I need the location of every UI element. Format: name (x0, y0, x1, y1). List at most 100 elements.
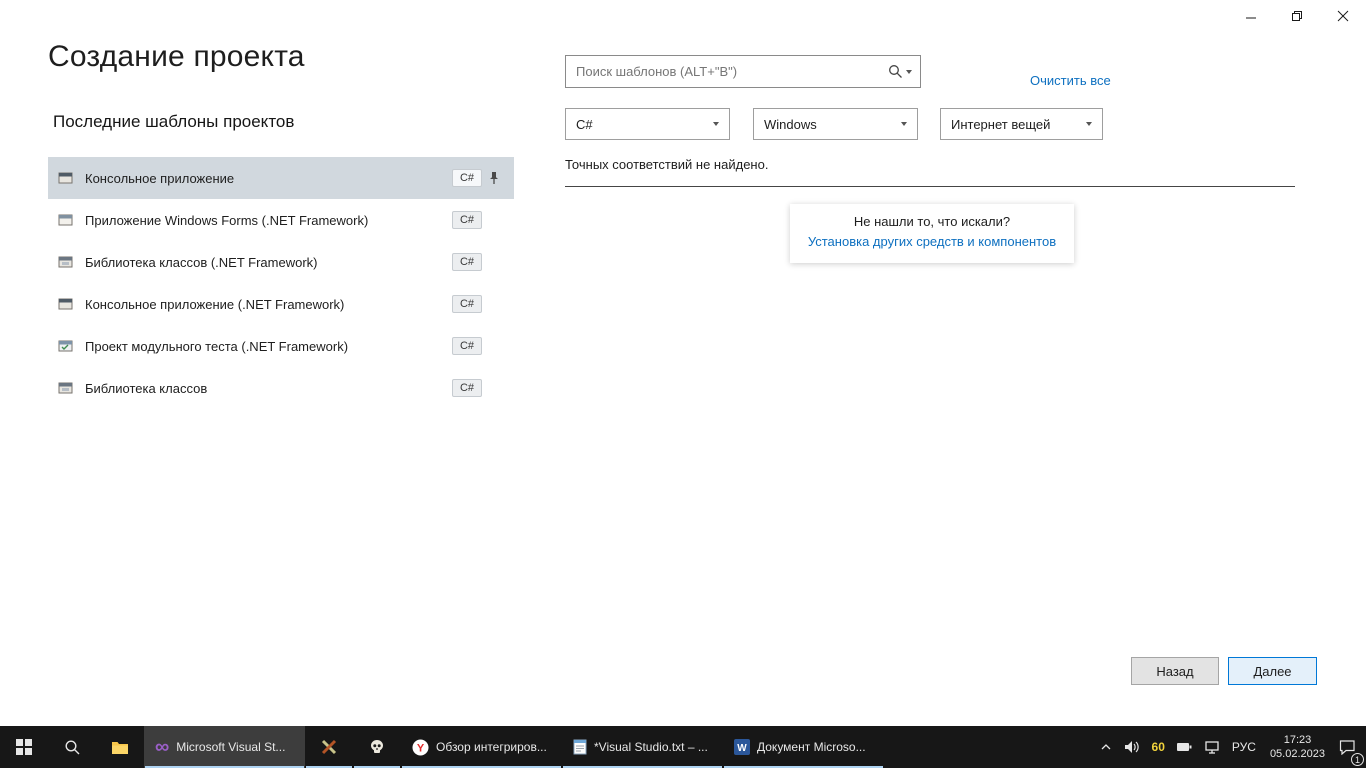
template-search-box (565, 55, 921, 88)
search-input[interactable] (576, 64, 888, 79)
notification-bubble-icon (1339, 739, 1356, 755)
language-badge: C# (452, 337, 482, 355)
language-filter-dropdown[interactable]: C# (565, 108, 730, 140)
clear-all-link[interactable]: Очистить все (1030, 73, 1111, 88)
template-item-console-app-netfx[interactable]: Консольное приложение (.NET Framework) C… (48, 283, 514, 325)
app-window-icon (58, 296, 76, 312)
percent-indicator[interactable]: 60 (1146, 726, 1171, 768)
language-badge: C# (452, 211, 482, 229)
back-button[interactable]: Назад (1131, 657, 1219, 685)
chevron-down-icon (1086, 122, 1092, 126)
chevron-down-icon (901, 122, 907, 126)
app-window-icon (58, 170, 76, 186)
system-tray: 60 РУС 17:23 05.02.2023 1 (1094, 726, 1366, 768)
not-found-box: Не нашли то, что искали? Установка други… (790, 204, 1074, 263)
taskbar-app-visual-studio[interactable]: ∞ Microsoft Visual St... (144, 726, 305, 768)
platform-filter-value: Windows (764, 117, 817, 132)
create-project-dialog: Создание проекта Последние шаблоны проек… (0, 0, 1366, 726)
results-divider (565, 186, 1295, 187)
language-indicator[interactable]: РУС (1226, 726, 1262, 768)
svg-text:Y: Y (417, 742, 425, 754)
app-window-icon (58, 212, 76, 228)
search-icon (888, 64, 903, 79)
minimize-button[interactable] (1228, 0, 1274, 32)
start-button[interactable] (0, 726, 48, 768)
percent-value: 60 (1152, 740, 1165, 754)
template-item-console-app[interactable]: Консольное приложение C# (48, 157, 514, 199)
speaker-icon (1124, 740, 1140, 754)
tray-date: 05.02.2023 (1270, 747, 1325, 761)
template-item-class-library[interactable]: Библиотека классов C# (48, 367, 514, 409)
language-code: РУС (1232, 740, 1256, 754)
template-label: Библиотека классов (.NET Framework) (85, 255, 452, 270)
action-center-button[interactable]: 1 (1333, 726, 1362, 768)
project-type-filter-value: Интернет вещей (951, 117, 1050, 132)
language-badge: C# (452, 295, 482, 313)
taskbar-search-button[interactable] (48, 726, 96, 768)
close-icon (1337, 10, 1349, 22)
recent-templates-heading: Последние шаблоны проектов (53, 112, 294, 132)
battery-icon (1177, 741, 1192, 753)
template-item-winforms-app[interactable]: Приложение Windows Forms (.NET Framework… (48, 199, 514, 241)
close-button[interactable] (1320, 0, 1366, 32)
clock[interactable]: 17:23 05.02.2023 (1262, 733, 1333, 761)
svg-text:W: W (737, 743, 747, 754)
install-components-link[interactable]: Установка других средств и компонентов (808, 234, 1056, 249)
taskbar-app-label: Обзор интегриров... (436, 740, 547, 754)
language-badge: C# (452, 253, 482, 271)
tray-time: 17:23 (1270, 733, 1325, 747)
search-button[interactable] (888, 64, 912, 79)
page-title: Создание проекта (48, 40, 305, 74)
platform-filter-dropdown[interactable]: Windows (753, 108, 918, 140)
file-explorer-button[interactable] (96, 726, 144, 768)
pin-icon[interactable] (482, 171, 506, 185)
window-controls (1228, 0, 1366, 32)
template-item-class-library-netfx[interactable]: Библиотека классов (.NET Framework) C# (48, 241, 514, 283)
windows-taskbar: ∞ Microsoft Visual St... Y Обзор интегри… (0, 726, 1366, 768)
visual-studio-icon: ∞ (155, 737, 169, 757)
restore-icon (1291, 10, 1303, 22)
language-badge: C# (452, 169, 482, 187)
project-type-filter-dropdown[interactable]: Интернет вещей (940, 108, 1103, 140)
search-icon (64, 739, 81, 756)
windows-logo-icon (16, 739, 32, 755)
taskbar-app-tools[interactable] (305, 726, 353, 768)
crossed-tools-icon (320, 738, 338, 756)
template-label: Консольное приложение (.NET Framework) (85, 297, 452, 312)
template-item-unit-test-netfx[interactable]: Проект модульного теста (.NET Framework)… (48, 325, 514, 367)
template-label: Консольное приложение (85, 171, 452, 186)
class-library-icon (58, 254, 76, 270)
folder-icon (111, 740, 129, 755)
taskbar-app-label: *Visual Studio.txt – ... (594, 740, 708, 754)
template-label: Проект модульного теста (.NET Framework) (85, 339, 452, 354)
taskbar-app-notepad[interactable]: *Visual Studio.txt – ... (562, 726, 723, 768)
test-project-icon (58, 338, 76, 354)
restore-button[interactable] (1274, 0, 1320, 32)
language-badge: C# (452, 379, 482, 397)
battery-button[interactable] (1171, 726, 1198, 768)
chevron-up-icon (1100, 743, 1112, 751)
next-button[interactable]: Далее (1228, 657, 1317, 685)
taskbar-app-label: Microsoft Visual St... (176, 740, 285, 754)
no-match-message: Точных соответствий не найдено. (565, 157, 768, 172)
taskbar-app-label: Документ Microso... (757, 740, 866, 754)
language-filter-value: C# (576, 117, 593, 132)
class-library-icon (58, 380, 76, 396)
volume-button[interactable] (1118, 726, 1146, 768)
template-label: Приложение Windows Forms (.NET Framework… (85, 213, 452, 228)
taskbar-app-word[interactable]: W Документ Microso... (723, 726, 884, 768)
chevron-down-icon (906, 70, 912, 74)
recent-template-list: Консольное приложение C# Приложение Wind… (48, 157, 514, 409)
network-button[interactable] (1198, 726, 1226, 768)
network-icon (1204, 740, 1220, 755)
taskbar-app-yandex-browser[interactable]: Y Обзор интегриров... (401, 726, 562, 768)
notification-count-badge: 1 (1351, 753, 1364, 766)
skull-icon (369, 739, 385, 755)
tray-overflow-button[interactable] (1094, 726, 1118, 768)
yandex-browser-icon: Y (412, 739, 429, 756)
notepad-icon (573, 739, 587, 755)
not-found-title: Не нашли то, что искали? (790, 214, 1074, 229)
template-label: Библиотека классов (85, 381, 452, 396)
minimize-icon (1245, 10, 1257, 22)
taskbar-app-skull-game[interactable] (353, 726, 401, 768)
